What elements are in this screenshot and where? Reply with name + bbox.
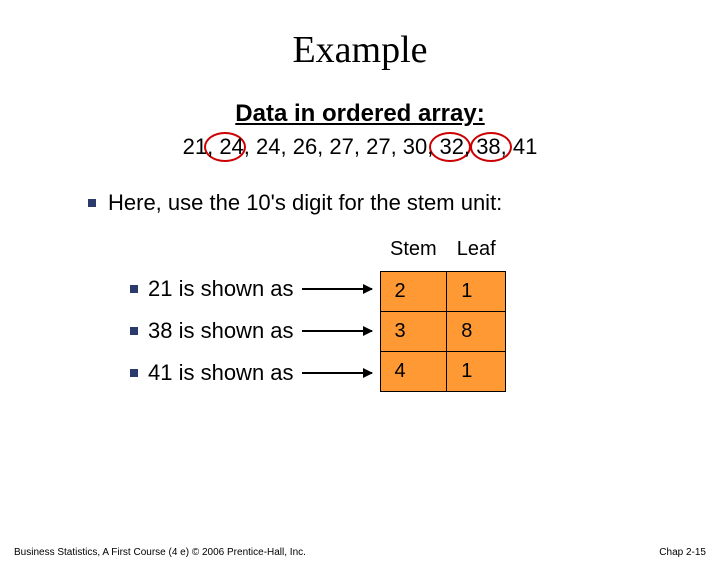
narrative-text: Here, use the 10's digit for the stem un… (108, 190, 502, 216)
example-row-38: 38 is shown as (130, 310, 372, 352)
col-stem: Stem (380, 232, 447, 272)
arrow-icon (302, 372, 372, 374)
leaf-cell: 1 (447, 272, 506, 312)
example-label: 21 is shown as (148, 276, 294, 302)
table-row: 4 1 (380, 352, 506, 392)
bullet-icon (130, 285, 138, 293)
example-label: 41 is shown as (148, 360, 294, 386)
table-row: 2 1 (380, 272, 506, 312)
data-array-line: 21, 24, 24, 26, 27, 27, 30, 32, 38, 41 (0, 134, 720, 166)
bullet-icon (88, 199, 96, 207)
table-row: 3 8 (380, 312, 506, 352)
example-label: 38 is shown as (148, 318, 294, 344)
arrow-icon (302, 330, 372, 332)
bullet-icon (130, 369, 138, 377)
footer-right: Chap 2-15 (659, 547, 706, 558)
subtitle: Data in ordered array: (0, 100, 720, 128)
narrative-line: Here, use the 10's digit for the stem un… (0, 190, 720, 216)
slide-title: Example (0, 28, 720, 72)
stem-cell: 4 (380, 352, 447, 392)
bullet-icon (130, 327, 138, 335)
leaf-cell: 8 (447, 312, 506, 352)
footer-left: Business Statistics, A First Course (4 e… (14, 547, 306, 558)
leaf-cell: 1 (447, 352, 506, 392)
footer: Business Statistics, A First Course (4 e… (14, 547, 706, 558)
data-array-text: 21, 24, 24, 26, 27, 27, 30, 32, 38, 41 (183, 134, 538, 159)
example-row-41: 41 is shown as (130, 352, 372, 394)
table-header-row: Stem Leaf (380, 232, 506, 272)
stem-cell: 2 (380, 272, 447, 312)
stem-leaf-table: Stem Leaf 2 1 3 8 4 1 (380, 232, 507, 392)
stem-cell: 3 (380, 312, 447, 352)
col-leaf: Leaf (447, 232, 506, 272)
example-row-21: 21 is shown as (130, 268, 372, 310)
arrow-icon (302, 288, 372, 290)
